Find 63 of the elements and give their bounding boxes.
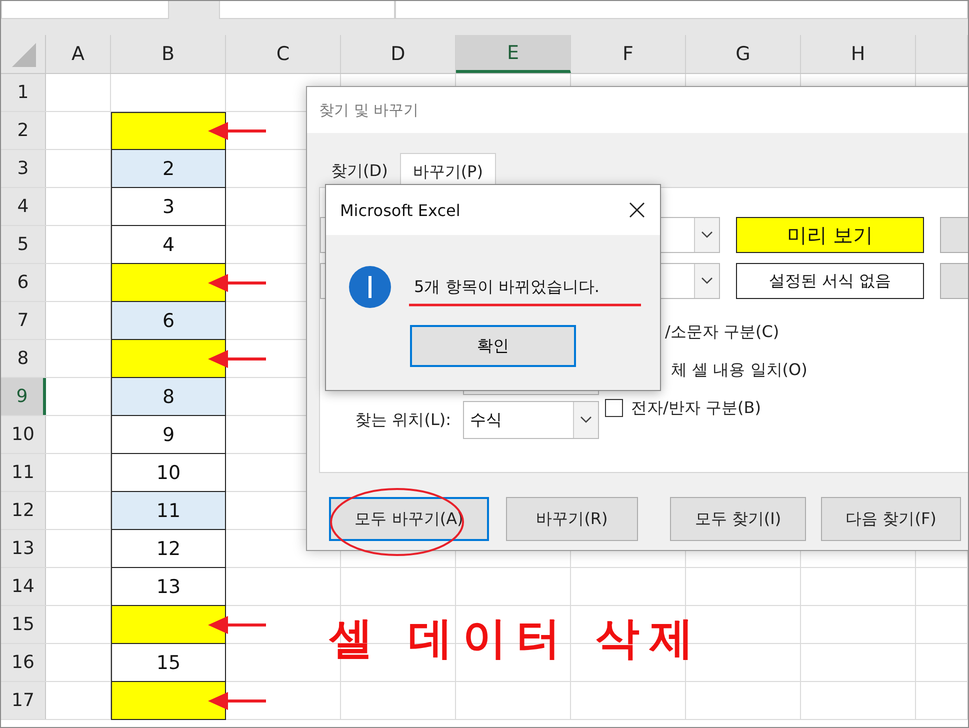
table-cell: 2 <box>111 150 226 188</box>
table-cell: 4 <box>111 226 226 264</box>
row-header[interactable]: 5 <box>1 226 46 263</box>
chevron-icon <box>694 264 719 298</box>
row-header[interactable]: 11 <box>1 454 46 491</box>
dialog-title: 찾기 및 바꾸기 <box>307 87 968 133</box>
column-header[interactable]: F <box>571 35 686 73</box>
preview-button[interactable]: 미리 보기 <box>736 217 924 253</box>
row-header[interactable]: 9 <box>1 378 46 415</box>
dropdown-field[interactable]: 수식 <box>463 401 599 439</box>
table-cell: 13 <box>111 568 226 606</box>
column-header[interactable]: C <box>226 35 341 73</box>
checkbox[interactable] <box>605 399 623 417</box>
table-cell: 11 <box>111 492 226 530</box>
ok-button[interactable]: 확인 <box>410 325 576 367</box>
row-header[interactable]: 4 <box>1 188 46 225</box>
info-icon <box>348 265 392 309</box>
column-header[interactable]: B <box>111 35 226 73</box>
row-header[interactable]: 12 <box>1 492 46 529</box>
dialog-button[interactable]: 모두 찾기(I) <box>670 497 806 541</box>
table-cell: 3 <box>111 188 226 226</box>
formula-field[interactable] <box>395 1 968 19</box>
format-button[interactable] <box>940 217 968 253</box>
row-header[interactable]: 7 <box>1 302 46 339</box>
format-preview-button[interactable]: 설정된 서식 없음 <box>736 263 924 299</box>
row-header[interactable]: 17 <box>1 682 46 719</box>
row-header[interactable]: 16 <box>1 644 46 681</box>
format-button[interactable] <box>940 263 968 299</box>
row-header[interactable]: 2 <box>1 112 46 149</box>
column-header[interactable]: E <box>456 35 571 73</box>
row-header[interactable]: 1 <box>1 74 46 111</box>
row-header[interactable]: 14 <box>1 568 46 605</box>
chevron-icon <box>694 218 719 252</box>
name-box[interactable] <box>1 1 169 19</box>
row-header[interactable]: 13 <box>1 530 46 567</box>
table-cell: 8 <box>111 378 226 416</box>
column-header[interactable]: H <box>801 35 916 73</box>
row-header[interactable]: 10 <box>1 416 46 453</box>
table-cell: 15 <box>111 644 226 682</box>
chevron-icon <box>573 402 598 438</box>
column-header[interactable]: G <box>686 35 801 73</box>
tab[interactable]: 찾기(D) <box>319 153 400 187</box>
close-icon[interactable] <box>628 201 646 219</box>
checkbox-label[interactable]: /소문자 구분(C) <box>665 320 968 344</box>
message-text: 5개 항목이 바뀌었습니다. <box>414 276 600 298</box>
row-header[interactable]: 3 <box>1 150 46 187</box>
checkbox-label[interactable]: 전자/반자 구분(B) <box>631 398 761 418</box>
annotation-caption: 셀 데이터 삭제 <box>329 612 704 666</box>
row-header[interactable]: 6 <box>1 264 46 301</box>
row-header[interactable]: 8 <box>1 340 46 377</box>
field-label: 찾는 위치(L): <box>355 410 451 430</box>
row-header[interactable]: 15 <box>1 606 46 643</box>
dialog-button[interactable]: 다음 찾기(F) <box>821 497 961 541</box>
checkbox-label[interactable]: 체 셀 내용 일치(O) <box>671 358 968 382</box>
message-box-title: Microsoft Excel <box>340 200 460 220</box>
dialog-button[interactable]: 모두 바꾸기(A) <box>329 497 489 541</box>
dialog-button[interactable]: 바꾸기(R) <box>506 497 638 541</box>
table-cell: 10 <box>111 454 226 492</box>
column-header[interactable]: A <box>46 35 111 73</box>
tab[interactable]: 바꾸기(P) <box>400 153 496 187</box>
table-cell: 12 <box>111 530 226 568</box>
table-cell: 6 <box>111 302 226 340</box>
table-cell: 9 <box>111 416 226 454</box>
